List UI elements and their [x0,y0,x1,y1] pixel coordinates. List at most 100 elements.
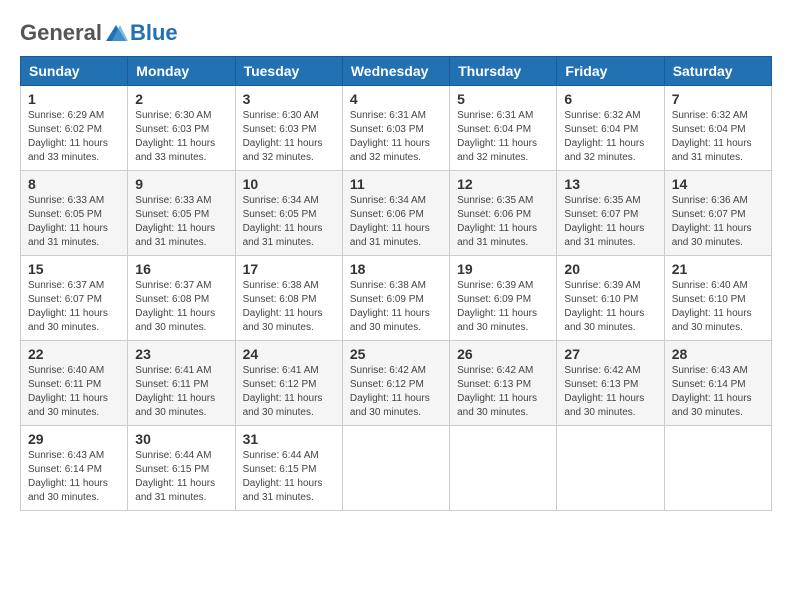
weekday-header: Sunday [21,57,128,86]
calendar-day-cell: 14 Sunrise: 6:36 AMSunset: 6:07 PMDaylig… [664,171,771,256]
calendar-header-row: SundayMondayTuesdayWednesdayThursdayFrid… [21,57,772,86]
day-number: 11 [350,176,442,192]
day-number: 15 [28,261,120,277]
weekday-header: Tuesday [235,57,342,86]
calendar-day-cell: 26 Sunrise: 6:42 AMSunset: 6:13 PMDaylig… [450,341,557,426]
day-info: Sunrise: 6:40 AMSunset: 6:10 PMDaylight:… [672,280,752,333]
day-info: Sunrise: 6:38 AMSunset: 6:09 PMDaylight:… [350,280,430,333]
day-number: 1 [28,91,120,107]
day-info: Sunrise: 6:39 AMSunset: 6:10 PMDaylight:… [564,280,644,333]
day-number: 3 [243,91,335,107]
day-number: 28 [672,346,764,362]
calendar-day-cell: 20 Sunrise: 6:39 AMSunset: 6:10 PMDaylig… [557,256,664,341]
day-number: 18 [350,261,442,277]
day-number: 6 [564,91,656,107]
calendar-day-cell [557,426,664,511]
page-header: General Blue [20,20,772,46]
day-number: 13 [564,176,656,192]
day-number: 4 [350,91,442,107]
day-info: Sunrise: 6:44 AMSunset: 6:15 PMDaylight:… [243,450,323,503]
calendar-table: SundayMondayTuesdayWednesdayThursdayFrid… [20,56,772,511]
calendar-day-cell: 31 Sunrise: 6:44 AMSunset: 6:15 PMDaylig… [235,426,342,511]
day-info: Sunrise: 6:42 AMSunset: 6:12 PMDaylight:… [350,365,430,418]
day-number: 31 [243,431,335,447]
day-number: 9 [135,176,227,192]
calendar-day-cell: 8 Sunrise: 6:33 AMSunset: 6:05 PMDayligh… [21,171,128,256]
day-number: 21 [672,261,764,277]
calendar-day-cell [450,426,557,511]
calendar-day-cell: 7 Sunrise: 6:32 AMSunset: 6:04 PMDayligh… [664,86,771,171]
day-info: Sunrise: 6:30 AMSunset: 6:03 PMDaylight:… [135,110,215,163]
calendar-day-cell: 12 Sunrise: 6:35 AMSunset: 6:06 PMDaylig… [450,171,557,256]
day-info: Sunrise: 6:29 AMSunset: 6:02 PMDaylight:… [28,110,108,163]
day-number: 7 [672,91,764,107]
logo-general: General [20,20,102,46]
calendar-day-cell: 27 Sunrise: 6:42 AMSunset: 6:13 PMDaylig… [557,341,664,426]
day-info: Sunrise: 6:35 AMSunset: 6:07 PMDaylight:… [564,195,644,248]
calendar-day-cell: 9 Sunrise: 6:33 AMSunset: 6:05 PMDayligh… [128,171,235,256]
day-info: Sunrise: 6:37 AMSunset: 6:08 PMDaylight:… [135,280,215,333]
day-info: Sunrise: 6:36 AMSunset: 6:07 PMDaylight:… [672,195,752,248]
calendar-day-cell [342,426,449,511]
day-info: Sunrise: 6:31 AMSunset: 6:04 PMDaylight:… [457,110,537,163]
calendar-day-cell: 3 Sunrise: 6:30 AMSunset: 6:03 PMDayligh… [235,86,342,171]
day-info: Sunrise: 6:41 AMSunset: 6:11 PMDaylight:… [135,365,215,418]
calendar-day-cell [664,426,771,511]
day-number: 29 [28,431,120,447]
weekday-header: Thursday [450,57,557,86]
day-number: 27 [564,346,656,362]
calendar-day-cell: 13 Sunrise: 6:35 AMSunset: 6:07 PMDaylig… [557,171,664,256]
day-info: Sunrise: 6:30 AMSunset: 6:03 PMDaylight:… [243,110,323,163]
day-info: Sunrise: 6:34 AMSunset: 6:06 PMDaylight:… [350,195,430,248]
calendar-day-cell: 22 Sunrise: 6:40 AMSunset: 6:11 PMDaylig… [21,341,128,426]
calendar-day-cell: 24 Sunrise: 6:41 AMSunset: 6:12 PMDaylig… [235,341,342,426]
day-number: 19 [457,261,549,277]
day-number: 17 [243,261,335,277]
day-info: Sunrise: 6:41 AMSunset: 6:12 PMDaylight:… [243,365,323,418]
day-info: Sunrise: 6:38 AMSunset: 6:08 PMDaylight:… [243,280,323,333]
calendar-day-cell: 11 Sunrise: 6:34 AMSunset: 6:06 PMDaylig… [342,171,449,256]
day-info: Sunrise: 6:44 AMSunset: 6:15 PMDaylight:… [135,450,215,503]
day-info: Sunrise: 6:35 AMSunset: 6:06 PMDaylight:… [457,195,537,248]
day-info: Sunrise: 6:40 AMSunset: 6:11 PMDaylight:… [28,365,108,418]
calendar-day-cell: 21 Sunrise: 6:40 AMSunset: 6:10 PMDaylig… [664,256,771,341]
day-info: Sunrise: 6:31 AMSunset: 6:03 PMDaylight:… [350,110,430,163]
day-info: Sunrise: 6:33 AMSunset: 6:05 PMDaylight:… [135,195,215,248]
calendar-day-cell: 25 Sunrise: 6:42 AMSunset: 6:12 PMDaylig… [342,341,449,426]
weekday-header: Friday [557,57,664,86]
calendar-week-row: 22 Sunrise: 6:40 AMSunset: 6:11 PMDaylig… [21,341,772,426]
day-info: Sunrise: 6:34 AMSunset: 6:05 PMDaylight:… [243,195,323,248]
day-number: 10 [243,176,335,192]
calendar-day-cell: 5 Sunrise: 6:31 AMSunset: 6:04 PMDayligh… [450,86,557,171]
day-info: Sunrise: 6:43 AMSunset: 6:14 PMDaylight:… [672,365,752,418]
day-info: Sunrise: 6:33 AMSunset: 6:05 PMDaylight:… [28,195,108,248]
day-number: 24 [243,346,335,362]
day-number: 25 [350,346,442,362]
calendar-week-row: 15 Sunrise: 6:37 AMSunset: 6:07 PMDaylig… [21,256,772,341]
calendar-day-cell: 1 Sunrise: 6:29 AMSunset: 6:02 PMDayligh… [21,86,128,171]
calendar-week-row: 8 Sunrise: 6:33 AMSunset: 6:05 PMDayligh… [21,171,772,256]
weekday-header: Monday [128,57,235,86]
calendar-day-cell: 19 Sunrise: 6:39 AMSunset: 6:09 PMDaylig… [450,256,557,341]
day-number: 22 [28,346,120,362]
calendar-day-cell: 4 Sunrise: 6:31 AMSunset: 6:03 PMDayligh… [342,86,449,171]
calendar-day-cell: 16 Sunrise: 6:37 AMSunset: 6:08 PMDaylig… [128,256,235,341]
calendar-week-row: 1 Sunrise: 6:29 AMSunset: 6:02 PMDayligh… [21,86,772,171]
day-number: 30 [135,431,227,447]
day-number: 8 [28,176,120,192]
logo-icon [104,23,128,43]
calendar-day-cell: 30 Sunrise: 6:44 AMSunset: 6:15 PMDaylig… [128,426,235,511]
day-number: 20 [564,261,656,277]
day-number: 26 [457,346,549,362]
calendar-day-cell: 2 Sunrise: 6:30 AMSunset: 6:03 PMDayligh… [128,86,235,171]
calendar-day-cell: 17 Sunrise: 6:38 AMSunset: 6:08 PMDaylig… [235,256,342,341]
day-info: Sunrise: 6:43 AMSunset: 6:14 PMDaylight:… [28,450,108,503]
day-info: Sunrise: 6:32 AMSunset: 6:04 PMDaylight:… [564,110,644,163]
calendar-day-cell: 10 Sunrise: 6:34 AMSunset: 6:05 PMDaylig… [235,171,342,256]
calendar-day-cell: 18 Sunrise: 6:38 AMSunset: 6:09 PMDaylig… [342,256,449,341]
logo-blue: Blue [130,20,178,46]
day-number: 16 [135,261,227,277]
day-number: 14 [672,176,764,192]
calendar-day-cell: 15 Sunrise: 6:37 AMSunset: 6:07 PMDaylig… [21,256,128,341]
day-info: Sunrise: 6:37 AMSunset: 6:07 PMDaylight:… [28,280,108,333]
